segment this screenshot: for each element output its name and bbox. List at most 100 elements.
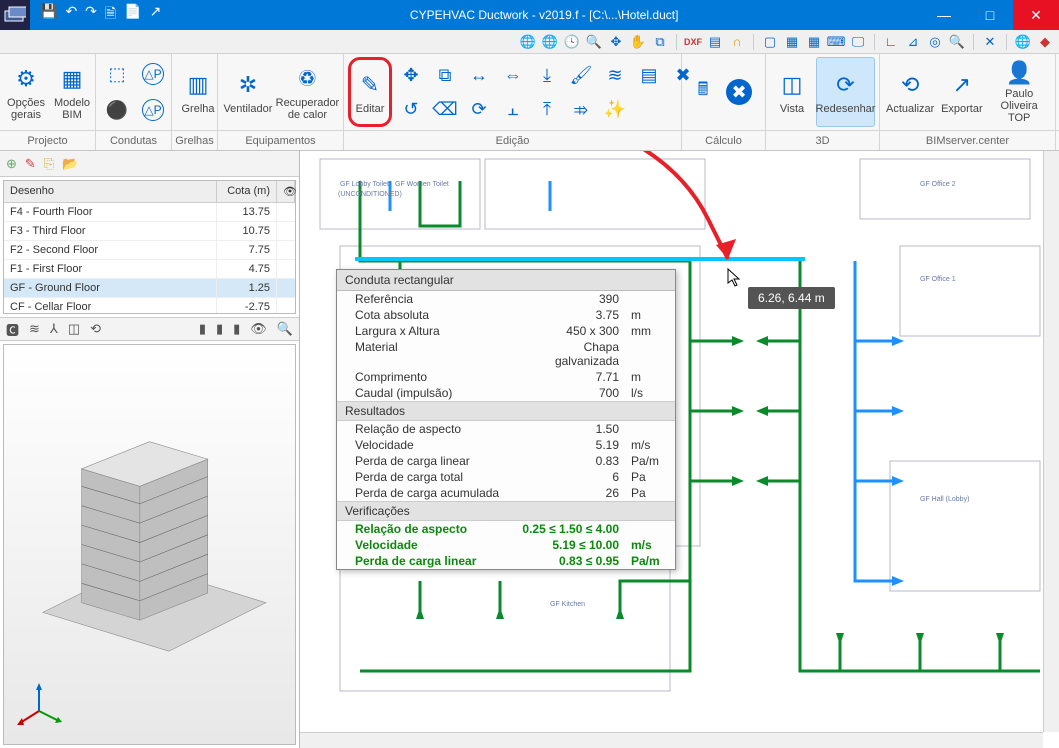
3d-preview[interactable]: [3, 344, 296, 745]
maximize-button[interactable]: □: [967, 0, 1013, 30]
find-icon[interactable]: 🔍: [949, 34, 965, 50]
globe2-icon[interactable]: 🌐: [542, 34, 558, 50]
edit-tool[interactable]: 🖌: [564, 58, 598, 92]
table-row[interactable]: GF - Ground Floor1.25: [4, 279, 295, 298]
ribbon-tab-equipamentos[interactable]: Equipamentos: [218, 131, 344, 150]
grelha-button[interactable]: ▥Grelha: [176, 57, 220, 127]
paulo-button[interactable]: 👤PauloOliveira TOP: [987, 57, 1051, 127]
actualizar-button[interactable]: ⟲Actualizar: [884, 57, 936, 127]
dp-btn[interactable]: △P: [136, 93, 170, 127]
layers-icon[interactable]: ▤: [707, 34, 723, 50]
table-row[interactable]: F4 - Fourth Floor13.75: [4, 203, 295, 222]
window-icon[interactable]: ⧉: [652, 34, 668, 50]
edit-tool[interactable]: ⟳: [462, 92, 496, 126]
ribbon-tab-bimserver.center[interactable]: BIMserver.center: [880, 131, 1056, 150]
new-icon[interactable]: ⊕: [6, 156, 17, 172]
info-row: Perda de carga linear0.83Pa/m: [337, 453, 675, 469]
ortho-icon[interactable]: ∟: [883, 34, 899, 50]
copy-icon[interactable]: ⎘: [44, 156, 54, 172]
conduit-btn[interactable]: ⬚: [100, 57, 134, 91]
globe-icon[interactable]: 🌐: [520, 34, 536, 50]
col-desenho[interactable]: Desenho: [4, 181, 217, 202]
clock-icon[interactable]: 🕓: [564, 34, 580, 50]
edit-tool[interactable]: ⧉: [428, 58, 462, 92]
about-icon[interactable]: ◆: [1037, 34, 1053, 50]
col-cota[interactable]: Cota (m): [217, 181, 277, 202]
edit-tool[interactable]: ✨: [598, 92, 632, 126]
edit-icon[interactable]: ✎: [25, 156, 36, 172]
close-button[interactable]: ✕: [1013, 0, 1059, 30]
layers2-icon[interactable]: ≋: [29, 321, 40, 337]
ribbon-tab-cálculo[interactable]: Cálculo: [682, 131, 766, 150]
minimize-button[interactable]: —: [921, 0, 967, 30]
ribbon-tab-3d[interactable]: 3D: [766, 131, 880, 150]
v1-icon[interactable]: ▮: [199, 321, 206, 337]
help-icon[interactable]: 🌐: [1015, 34, 1031, 50]
drawings-table[interactable]: Desenho Cota (m) 👁 F4 - Fourth Floor13.7…: [3, 180, 296, 314]
table-row[interactable]: F3 - Third Floor10.75: [4, 222, 295, 241]
v3-icon[interactable]: ▮: [233, 321, 240, 337]
edit-tool[interactable]: ⌫: [428, 92, 462, 126]
edit-tool[interactable]: ↔: [462, 58, 496, 92]
edit-tool[interactable]: ⇔: [496, 58, 530, 92]
keyboard-icon[interactable]: ⌨: [828, 34, 844, 50]
edit-tool[interactable]: ✥: [394, 58, 428, 92]
redo-icon[interactable]: ↷: [85, 3, 97, 27]
edit-tool[interactable]: ▤: [632, 58, 666, 92]
folder-icon[interactable]: 📂: [62, 156, 78, 172]
print-icon[interactable]: 🗎: [105, 3, 116, 27]
ribbon-tab-grelhas[interactable]: Grelhas: [172, 131, 218, 150]
vista-button[interactable]: ◫Vista: [770, 57, 814, 127]
recuperador-button[interactable]: ♽Recuperadorde calor: [276, 57, 339, 127]
grid2-icon[interactable]: ▦: [806, 34, 822, 50]
edit-tool[interactable]: ≋: [598, 58, 632, 92]
eye-icon[interactable]: 👁: [250, 321, 267, 337]
3d-icon[interactable]: 🅲: [6, 320, 19, 339]
zoom-icon[interactable]: 🔍: [586, 34, 602, 50]
screen-icon[interactable]: 🖵: [850, 34, 866, 50]
ventilador-button[interactable]: ✲Ventilador: [222, 57, 274, 127]
conduit-btn[interactable]: ⚫: [100, 93, 134, 127]
edit-tool[interactable]: ⤓: [530, 58, 564, 92]
edit-tool[interactable]: ⤒: [530, 92, 564, 126]
canvas-scroll-h[interactable]: [300, 732, 1043, 748]
edit-tool[interactable]: ⫠: [496, 92, 530, 126]
calc-btn[interactable]: ✖: [722, 75, 756, 109]
canvas-scroll-v[interactable]: [1043, 151, 1059, 732]
snap-icon[interactable]: ∩: [729, 34, 745, 50]
modelo-button[interactable]: ▦ModeloBIM: [50, 57, 94, 127]
cross-icon[interactable]: ✥: [608, 34, 624, 50]
undo-icon[interactable]: ↶: [65, 3, 77, 27]
ribbon-tab-edição[interactable]: Edição: [344, 131, 682, 150]
calc-btn[interactable]: 🖩: [686, 75, 720, 109]
box-icon[interactable]: ◫: [68, 321, 80, 337]
save-icon[interactable]: 💾: [40, 3, 57, 27]
v2-icon[interactable]: ▮: [216, 321, 223, 337]
grid-icon[interactable]: ▦: [784, 34, 800, 50]
redesenhar-button[interactable]: ⟳Redesenhar: [816, 57, 875, 127]
tools-icon[interactable]: ✕: [982, 34, 998, 50]
editar-button[interactable]: ✎Editar: [348, 57, 392, 127]
rotate-icon[interactable]: ⟲: [90, 321, 101, 337]
canvas[interactable]: GF Lobby Toilet GF Women Toilet (UNCONDI…: [300, 151, 1059, 748]
rect-icon[interactable]: ▢: [762, 34, 778, 50]
export-icon[interactable]: ↗: [150, 3, 162, 27]
table-row[interactable]: F1 - First Floor4.75: [4, 260, 295, 279]
table-row[interactable]: F2 - Second Floor7.75: [4, 241, 295, 260]
dp-btn[interactable]: △P: [136, 57, 170, 91]
target-icon[interactable]: ◎: [927, 34, 943, 50]
axis-icon[interactable]: ⅄: [50, 321, 58, 337]
angle-icon[interactable]: ⊿: [905, 34, 921, 50]
edit-tool[interactable]: ↺: [394, 92, 428, 126]
edit-tool[interactable]: ⤃: [564, 92, 598, 126]
search2-icon[interactable]: 🔍: [277, 321, 293, 337]
page-icon[interactable]: 📄: [124, 3, 141, 27]
ribbon-tab-projecto[interactable]: Projecto: [0, 131, 96, 150]
table-row[interactable]: CF - Cellar Floor-2.75: [4, 298, 295, 313]
exportar-button[interactable]: ↗Exportar: [938, 57, 985, 127]
opções-button[interactable]: ⚙Opçõesgerais: [4, 57, 48, 127]
hand-icon[interactable]: ✋: [630, 34, 646, 50]
dxf-icon[interactable]: DXF: [685, 34, 701, 50]
titlebar: 💾 ↶ ↷ 🗎 📄 ↗ CYPEHVAC Ductwork - v2019.f …: [0, 0, 1059, 30]
ribbon-tab-condutas[interactable]: Condutas: [96, 131, 172, 150]
